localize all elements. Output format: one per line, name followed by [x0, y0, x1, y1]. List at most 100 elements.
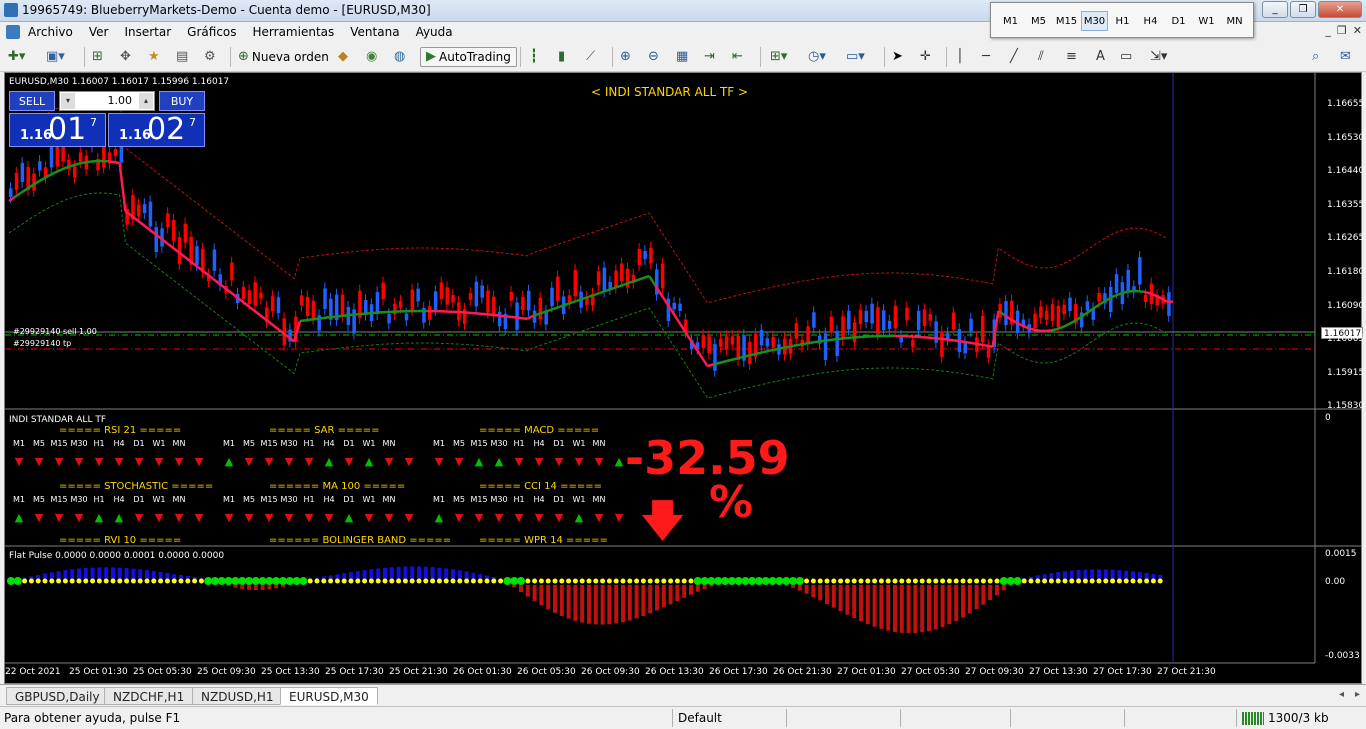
- candle-body: [940, 331, 944, 357]
- timeframe-w1[interactable]: W1: [1193, 11, 1220, 31]
- vertical-line-button[interactable]: │: [956, 47, 964, 67]
- candle-body: [620, 263, 624, 282]
- indicators-button[interactable]: ⊞▾: [770, 47, 787, 67]
- tab-scroll-left-icon[interactable]: ◂: [1339, 689, 1344, 700]
- candle-body: [643, 251, 647, 260]
- minimize-button[interactable]: _: [1262, 1, 1288, 18]
- menu-graficos[interactable]: Gráficos: [187, 25, 242, 39]
- timeframe-m15[interactable]: M15: [1053, 11, 1080, 31]
- fibonacci-button[interactable]: ≡: [1066, 47, 1077, 67]
- timeframe-d1[interactable]: D1: [1165, 11, 1192, 31]
- navigator-button[interactable]: ★: [148, 47, 160, 67]
- menu-ventana[interactable]: Ventana: [350, 25, 405, 39]
- line-chart-button[interactable]: ⟋: [586, 47, 595, 67]
- close-button[interactable]: ✕: [1318, 1, 1362, 18]
- menu-archivo[interactable]: Archivo: [28, 25, 79, 39]
- lot-increase-icon[interactable]: ▴: [139, 93, 153, 109]
- candle-body: [183, 223, 188, 243]
- channel-button[interactable]: ⫽: [1038, 47, 1044, 67]
- timeframe-h4[interactable]: H4: [1137, 11, 1164, 31]
- candle-body: [474, 281, 479, 307]
- auto-scroll-button[interactable]: ⇥: [704, 47, 715, 67]
- chart-shift-button[interactable]: ⇤: [732, 47, 743, 67]
- menu-herramientas[interactable]: Herramientas: [253, 25, 341, 39]
- indicator-timeframe-label: W1: [362, 495, 376, 504]
- pulse-bar-negative: [831, 585, 836, 608]
- candle-body: [765, 338, 770, 347]
- profiles-button[interactable]: ▣▾: [46, 47, 65, 67]
- pulse-dot: [872, 578, 878, 584]
- bar-chart-button[interactable]: ┇: [530, 47, 538, 67]
- tab-scroll-right-icon[interactable]: ▸: [1355, 689, 1360, 700]
- lot-decrease-icon[interactable]: ▾: [61, 93, 75, 109]
- new-order-button[interactable]: ⊕ Nueva orden: [238, 47, 329, 67]
- tester-button[interactable]: ⚙: [204, 47, 216, 67]
- menu-insertar[interactable]: Insertar: [124, 25, 177, 39]
- indicator-timeframe-label: M5: [243, 495, 255, 504]
- candle-body: [719, 338, 723, 347]
- periods-button[interactable]: ◷▾: [808, 47, 826, 67]
- zoom-out-button[interactable]: ⊖: [648, 47, 659, 67]
- candle-chart-button[interactable]: ▮: [558, 47, 565, 67]
- tile-windows-button[interactable]: ▦: [676, 47, 688, 67]
- child-minimize-icon[interactable]: _: [1325, 24, 1331, 37]
- sell-button[interactable]: SELL: [9, 91, 55, 111]
- search-button[interactable]: ⌕: [1312, 47, 1319, 67]
- data-window-button[interactable]: ✥: [120, 47, 131, 67]
- chart-window-icon[interactable]: [6, 25, 20, 39]
- tab-gbpusd-daily[interactable]: GBPUSD,Daily: [6, 687, 109, 705]
- crosshair-button[interactable]: ✛: [920, 47, 931, 67]
- pulse-bar-negative: [838, 585, 843, 612]
- tab-eurusd-m30[interactable]: EURUSD,M30: [280, 687, 378, 705]
- indicator-timeframe-label: M30: [70, 439, 88, 448]
- connection-bars-icon[interactable]: [1242, 712, 1264, 725]
- timeframe-h1[interactable]: H1: [1109, 11, 1136, 31]
- restore-button[interactable]: ❐: [1290, 1, 1316, 18]
- sell-price-button[interactable]: 1.16 01 7: [9, 112, 106, 147]
- candle-body: [509, 291, 514, 301]
- pulse-bar-negative: [933, 585, 938, 630]
- text-button[interactable]: A: [1096, 47, 1105, 67]
- signals-button[interactable]: ◉: [366, 47, 377, 67]
- zoom-in-button[interactable]: ⊕: [620, 47, 631, 67]
- trendline-button[interactable]: ╱: [1010, 47, 1018, 67]
- time-tick: 26 Oct 21:30: [773, 667, 832, 677]
- label-button[interactable]: ▭: [1120, 47, 1132, 67]
- market-button[interactable]: ◍: [394, 47, 405, 67]
- market-watch-button[interactable]: ⊞: [92, 47, 103, 67]
- pulse-bar-negative: [226, 585, 231, 587]
- menu-ayuda[interactable]: Ayuda: [416, 25, 459, 39]
- new-chart-button[interactable]: ✚▾: [8, 47, 25, 67]
- timeframe-mn[interactable]: MN: [1221, 11, 1248, 31]
- chart-canvas[interactable]: [5, 73, 1361, 683]
- child-close-icon[interactable]: ✕: [1353, 24, 1362, 37]
- cursor-button[interactable]: ➤: [892, 47, 903, 67]
- book-icon: ◆: [338, 49, 348, 64]
- timeframe-m30[interactable]: M30: [1081, 11, 1108, 31]
- timeframe-m1[interactable]: M1: [997, 11, 1024, 31]
- child-restore-icon[interactable]: ❐: [1337, 24, 1347, 37]
- timeframe-m5[interactable]: M5: [1025, 11, 1052, 31]
- templates-button[interactable]: ▭▾: [846, 47, 865, 67]
- buy-button[interactable]: BUY: [159, 91, 205, 111]
- menu-ver[interactable]: Ver: [89, 25, 115, 39]
- arrows-button[interactable]: ⇲▾: [1150, 47, 1167, 67]
- pulse-dot: [566, 578, 572, 584]
- autotrading-button[interactable]: ▶ AutoTrading: [420, 47, 517, 67]
- lot-size-input[interactable]: ▾ 1.00 ▴: [59, 91, 155, 111]
- tester-icon: ⚙: [204, 49, 216, 64]
- chat-button[interactable]: ✉: [1340, 47, 1351, 67]
- metaeditor-button[interactable]: ◆: [338, 47, 348, 67]
- candle-body: [556, 276, 560, 301]
- trade-tp-label[interactable]: #29929140 tp: [13, 339, 71, 348]
- trade-sell-label[interactable]: #29929140 sell 1.00: [13, 327, 97, 336]
- buy-price-big: 02: [147, 112, 186, 147]
- pulse-dot: [484, 578, 490, 584]
- tab-nzdusd-h1[interactable]: NZDUSD,H1: [192, 687, 283, 705]
- chart-window[interactable]: EURUSD,M30 1.16007 1.16017 1.15996 1.160…: [4, 72, 1364, 684]
- terminal-button[interactable]: ▤: [176, 47, 188, 67]
- buy-price-button[interactable]: 1.16 02 7: [108, 112, 205, 147]
- tab-nzdchf-h1[interactable]: NZDCHF,H1: [104, 687, 194, 705]
- pulse-dot: [878, 578, 884, 584]
- horizontal-line-button[interactable]: ─: [982, 47, 990, 67]
